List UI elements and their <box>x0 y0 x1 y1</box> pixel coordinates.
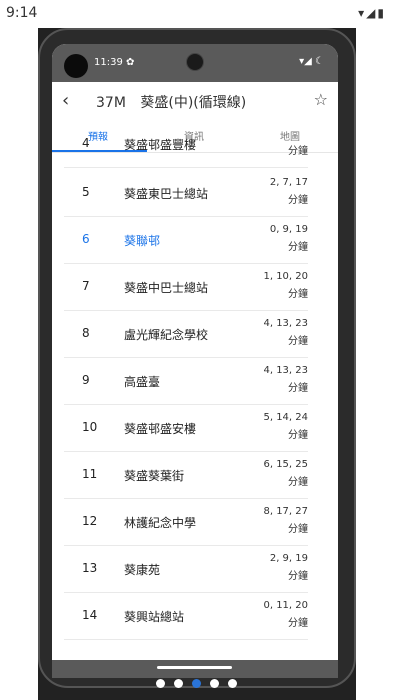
eta-minutes: 0, 11, 20 <box>263 600 308 611</box>
stop-row[interactable]: 14 葵興站總站 0, 11, 20 分鐘 <box>64 592 308 640</box>
stop-row[interactable]: 4 葵盛邨盛豐樓 分鐘 <box>64 120 308 168</box>
stop-name: 高盛臺 <box>124 375 161 389</box>
back-arrow-icon[interactable]: ‹ <box>62 90 69 111</box>
eta-unit: 分鐘 <box>288 477 308 488</box>
stop-name: 葵盛邨盛豐樓 <box>124 138 197 152</box>
stop-row[interactable]: 10 葵盛邨盛安樓 5, 14, 24 分鐘 <box>64 404 308 452</box>
eta-unit: 分鐘 <box>288 618 308 629</box>
stop-name: 盧光輝紀念學校 <box>124 328 209 342</box>
eta-unit: 分鐘 <box>288 146 308 157</box>
eta-minutes: 1, 10, 20 <box>263 271 308 282</box>
stop-number: 8 <box>82 326 90 340</box>
gesture-navigation-bar <box>52 660 338 678</box>
stop-name: 葵興站總站 <box>124 610 185 624</box>
eta-unit: 分鐘 <box>288 524 308 535</box>
page-dot-active[interactable] <box>192 679 201 688</box>
eta-unit: 分鐘 <box>288 430 308 441</box>
eta-unit: 分鐘 <box>288 383 308 394</box>
stop-row[interactable]: 13 葵康苑 2, 9, 19 分鐘 <box>64 545 308 593</box>
page-dot[interactable] <box>228 679 237 688</box>
stop-name: 葵盛邨盛安樓 <box>124 422 197 436</box>
device-status-bar: 9:14 ▾◢▮ <box>0 0 394 28</box>
page-title: 37M 葵盛(中)(循環線) <box>96 92 246 112</box>
stop-number: 6 <box>82 232 90 246</box>
eta-unit: 分鐘 <box>288 195 308 206</box>
stop-name: 葵盛東巴士總站 <box>124 187 209 201</box>
stop-row[interactable]: 9 高盛臺 4, 13, 23 分鐘 <box>64 357 308 405</box>
stop-name: 林護紀念中學 <box>124 516 197 530</box>
eta-unit: 分鐘 <box>288 336 308 347</box>
camera-cutout <box>64 54 88 78</box>
stop-row[interactable]: 5 葵盛東巴士總站 2, 7, 17 分鐘 <box>64 169 308 217</box>
eta-unit: 分鐘 <box>288 242 308 253</box>
stop-number: 13 <box>82 561 98 575</box>
home-gesture-handle[interactable] <box>157 666 232 669</box>
stop-number: 14 <box>82 608 98 622</box>
page-dot[interactable] <box>174 679 183 688</box>
eta-minutes: 5, 14, 24 <box>263 412 308 423</box>
app-clock: 11:39 ✿ <box>94 57 135 68</box>
stop-number: 10 <box>82 420 98 434</box>
eta-minutes: 6, 15, 25 <box>263 459 308 470</box>
page-dot[interactable] <box>210 679 219 688</box>
stop-row[interactable]: 7 葵盛中巴士總站 1, 10, 20 分鐘 <box>64 263 308 311</box>
eta-minutes: 0, 9, 19 <box>269 224 308 235</box>
stop-number: 12 <box>82 514 98 528</box>
favorite-star-icon[interactable]: ☆ <box>314 90 328 109</box>
device-status-icons: ▾◢▮ <box>358 6 386 20</box>
eta-minutes: 2, 7, 17 <box>269 177 308 188</box>
page-dot[interactable] <box>156 679 165 688</box>
front-camera <box>186 53 204 71</box>
stop-number: 11 <box>82 467 98 481</box>
app-status-bar: 11:39 ✿ ▾◢ ☾ <box>52 44 338 82</box>
eta-unit: 分鐘 <box>288 571 308 582</box>
stop-name: 葵盛中巴士總站 <box>124 281 209 295</box>
stop-number: 4 <box>82 136 90 150</box>
route-number: 37M <box>96 95 126 111</box>
eta-unit: 分鐘 <box>288 289 308 300</box>
stop-number: 9 <box>82 373 90 387</box>
app-bar: ‹ 37M 葵盛(中)(循環線) ☆ <box>52 82 338 122</box>
device-clock: 9:14 <box>6 5 38 21</box>
eta-minutes: 4, 13, 23 <box>263 365 308 376</box>
stop-number: 7 <box>82 279 90 293</box>
stop-name: 葵聯邨 <box>124 234 161 248</box>
stop-name: 葵盛葵葉街 <box>124 469 185 483</box>
eta-minutes: 4, 13, 23 <box>263 318 308 329</box>
stop-name: 葵康苑 <box>124 563 161 577</box>
eta-minutes: 8, 17, 27 <box>263 506 308 517</box>
stop-row[interactable]: 11 葵盛葵葉街 6, 15, 25 分鐘 <box>64 451 308 499</box>
page-indicator <box>156 679 246 691</box>
stop-row[interactable]: 12 林護紀念中學 8, 17, 27 分鐘 <box>64 498 308 546</box>
stop-number: 5 <box>82 185 90 199</box>
app-status-icons: ▾◢ ☾ <box>299 56 324 67</box>
stop-row-selected[interactable]: 6 葵聯邨 0, 9, 19 分鐘 <box>64 216 308 264</box>
app-screen: 11:39 ✿ ▾◢ ☾ ‹ 37M 葵盛(中)(循環線) ☆ 預報 資訊 地圖… <box>52 44 338 678</box>
eta-minutes: 2, 9, 19 <box>269 553 308 564</box>
route-name: 葵盛(中)(循環線) <box>140 95 247 111</box>
stop-row[interactable]: 8 盧光輝紀念學校 4, 13, 23 分鐘 <box>64 310 308 358</box>
